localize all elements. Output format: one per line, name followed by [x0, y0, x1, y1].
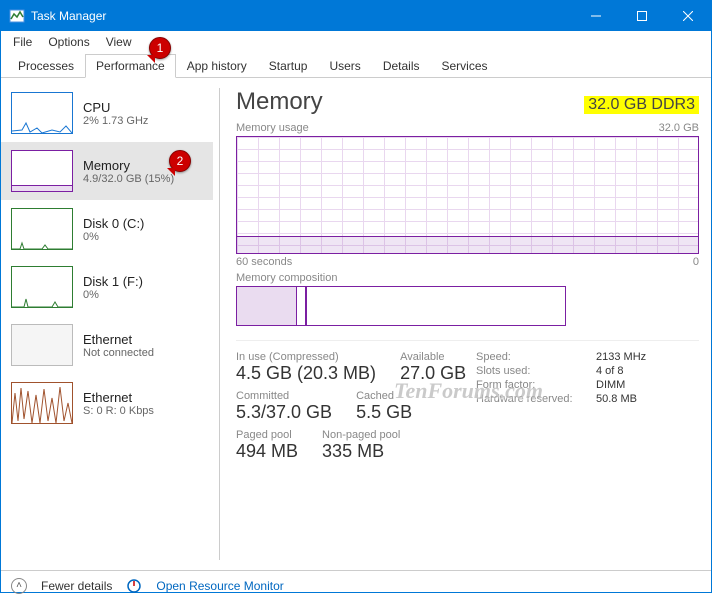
tab-services[interactable]: Services	[431, 54, 499, 78]
sidebar: CPU2% 1.73 GHz Memory4.9/32.0 GB (15%) 2…	[1, 78, 213, 570]
page-title: Memory	[236, 88, 584, 116]
sidebar-label: Memory	[83, 158, 174, 173]
sidebar-sub: 0%	[83, 289, 143, 301]
chevron-up-icon[interactable]: ˄	[11, 578, 27, 594]
menu-view[interactable]: View	[98, 33, 140, 51]
close-button[interactable]	[665, 1, 711, 31]
menu-file[interactable]: File	[5, 33, 40, 51]
chart-label: Memory usage	[236, 122, 309, 134]
hw-value: 50.8 MB	[596, 393, 637, 405]
divider	[219, 88, 220, 560]
available-label: Available	[400, 351, 466, 363]
app-icon	[9, 8, 25, 24]
sidebar-item-ethernet-2[interactable]: EthernetS: 0 R: 0 Kbps	[1, 374, 213, 432]
main-panel: Memory 32.0 GB DDR3 Memory usage 32.0 GB…	[226, 78, 711, 570]
form-value: DIMM	[596, 379, 625, 391]
paged-value: 494 MB	[236, 441, 298, 462]
tab-users[interactable]: Users	[318, 54, 371, 78]
committed-value: 5.3/37.0 GB	[236, 402, 332, 423]
cached-value: 5.5 GB	[356, 402, 412, 423]
axis-left: 60 seconds	[236, 256, 292, 268]
bottombar: ˄ Fewer details Open Resource Monitor	[1, 570, 711, 600]
sidebar-item-ethernet-1[interactable]: EthernetNot connected	[1, 316, 213, 374]
minimize-button[interactable]	[573, 1, 619, 31]
sidebar-item-disk1[interactable]: Disk 1 (F:)0%	[1, 258, 213, 316]
ethernet-thumb-icon	[11, 382, 73, 424]
slots-value: 4 of 8	[596, 365, 624, 377]
sidebar-sub: 4.9/32.0 GB (15%)	[83, 173, 174, 185]
paged-label: Paged pool	[236, 429, 298, 441]
maximize-button[interactable]	[619, 1, 665, 31]
sidebar-sub: S: 0 R: 0 Kbps	[83, 405, 154, 417]
sidebar-sub: Not connected	[83, 347, 154, 359]
nonpaged-label: Non-paged pool	[322, 429, 400, 441]
callout-2: 2	[169, 150, 191, 172]
titlebar: Task Manager	[1, 1, 711, 31]
slots-key: Slots used:	[476, 365, 596, 377]
memory-composition-chart[interactable]	[236, 286, 566, 326]
window-title: Task Manager	[31, 9, 573, 23]
resmon-icon	[126, 578, 142, 594]
menu-options[interactable]: Options	[40, 33, 97, 51]
open-resource-monitor-link[interactable]: Open Resource Monitor	[156, 579, 283, 593]
sidebar-sub: 0%	[83, 231, 144, 243]
cpu-thumb-icon	[11, 92, 73, 134]
disk-thumb-icon	[11, 208, 73, 250]
tab-startup[interactable]: Startup	[258, 54, 319, 78]
callout-1: 1	[149, 37, 171, 59]
memory-capacity: 32.0 GB DDR3	[584, 96, 699, 114]
composition-label: Memory composition	[236, 272, 699, 284]
fewer-details-link[interactable]: Fewer details	[41, 579, 112, 593]
inuse-label: In use (Compressed)	[236, 351, 376, 363]
sidebar-item-memory[interactable]: Memory4.9/32.0 GB (15%) 2	[1, 142, 213, 200]
sidebar-label: Disk 0 (C:)	[83, 216, 144, 231]
tab-processes[interactable]: Processes	[7, 54, 85, 78]
available-value: 27.0 GB	[400, 363, 466, 384]
tabstrip: Processes Performance App history Startu…	[1, 53, 711, 78]
sidebar-item-disk0[interactable]: Disk 0 (C:)0%	[1, 200, 213, 258]
sidebar-item-cpu[interactable]: CPU2% 1.73 GHz	[1, 84, 213, 142]
nonpaged-value: 335 MB	[322, 441, 400, 462]
axis-right: 0	[693, 256, 699, 268]
hw-key: Hardware reserved:	[476, 393, 596, 405]
sidebar-label: Ethernet	[83, 332, 154, 347]
speed-key: Speed:	[476, 351, 596, 363]
disk-thumb-icon	[11, 266, 73, 308]
cached-label: Cached	[356, 390, 412, 402]
speed-value: 2133 MHz	[596, 351, 646, 363]
memory-thumb-icon	[11, 150, 73, 192]
sidebar-label: Ethernet	[83, 390, 154, 405]
tab-app-history[interactable]: App history	[176, 54, 258, 78]
committed-label: Committed	[236, 390, 332, 402]
inuse-value: 4.5 GB (20.3 MB)	[236, 363, 376, 384]
tab-details[interactable]: Details	[372, 54, 431, 78]
memory-usage-chart[interactable]	[236, 136, 699, 254]
sidebar-label: CPU	[83, 100, 148, 115]
form-key: Form factor:	[476, 379, 596, 391]
ethernet-thumb-icon	[11, 324, 73, 366]
menubar: File Options View	[1, 31, 711, 53]
sidebar-sub: 2% 1.73 GHz	[83, 115, 148, 127]
sidebar-label: Disk 1 (F:)	[83, 274, 143, 289]
chart-max: 32.0 GB	[659, 122, 699, 134]
